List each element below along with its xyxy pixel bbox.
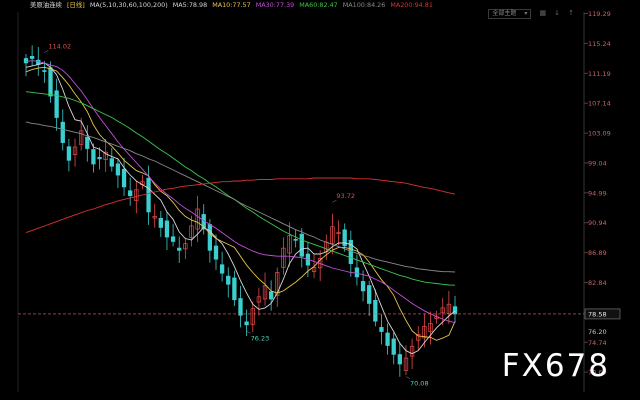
candle-body: [121, 168, 127, 188]
candle-body: [268, 291, 274, 300]
candle-body: [207, 224, 213, 251]
candle-body: [97, 157, 102, 160]
annotation-label: 114.02: [48, 42, 71, 50]
candle-body: [397, 354, 402, 365]
candle-body: [177, 247, 182, 251]
candle-body: [146, 177, 151, 213]
candle-body: [109, 158, 114, 167]
candle-body: [60, 121, 65, 143]
candle-body: [158, 217, 163, 228]
candle-body: [48, 67, 53, 97]
candle-body: [299, 233, 304, 257]
y-tick-label: 107.14: [588, 100, 611, 108]
y-tick-label: 99.04: [588, 159, 607, 167]
candle-body: [91, 149, 96, 165]
annotation-pointer: [405, 376, 411, 379]
candle-body: [232, 277, 237, 301]
candle-body: [213, 245, 219, 260]
candle-body: [226, 275, 231, 285]
candle-body: [85, 136, 90, 149]
candle-body: [354, 267, 360, 278]
y-tick-label: 115.24: [588, 40, 611, 48]
candles: [23, 45, 458, 377]
candle-body: [23, 58, 29, 64]
candle-body: [164, 220, 170, 238]
ma-line-ma200: [25, 177, 456, 234]
candle-body: [128, 190, 133, 197]
y-tick-label: 119.29: [588, 10, 611, 18]
candle-body: [170, 236, 176, 242]
y-tick-label: 82.84: [588, 279, 607, 287]
y-tick-label: 111.19: [588, 70, 611, 78]
annotation-pointer: [44, 50, 49, 53]
candle-body: [219, 264, 225, 274]
candle-body: [238, 298, 243, 316]
last-price-label: 78.58: [588, 310, 607, 318]
candle-body: [373, 299, 378, 322]
candle-body: [391, 338, 396, 355]
ma-line-ma30: [25, 60, 456, 324]
right-price-label: 76.20: [588, 328, 607, 336]
y-tick-label: 74.74: [588, 339, 607, 347]
annotation-label: 70.08: [410, 380, 429, 388]
annotation-label: 76.23: [251, 334, 270, 342]
candle-body: [293, 238, 298, 241]
candlestick-chart[interactable]: 119.29 115.24 111.19 107.14 103.09 99.04 94.99…: [0, 0, 640, 400]
y-tick-label: 94.99: [588, 189, 607, 197]
candle-body: [29, 55, 35, 59]
candle-body: [42, 70, 47, 72]
candle-body: [379, 327, 384, 332]
y-tick-label: 103.09: [588, 130, 611, 138]
annotation-label: 93.72: [336, 192, 355, 200]
candle-body: [244, 321, 249, 326]
candle-body: [66, 146, 72, 161]
annotation-pointer: [332, 199, 337, 203]
candle-body: [115, 163, 121, 176]
ma-line-ma100: [25, 121, 456, 273]
candle-body: [452, 306, 458, 315]
candle-body: [360, 281, 366, 292]
y-tick-label: 90.94: [588, 219, 607, 227]
y-tick-label: 86.89: [588, 249, 607, 257]
watermark: FX678: [501, 348, 610, 384]
annotation-pointer: [246, 331, 251, 334]
candle-body: [385, 332, 390, 346]
candle-body: [367, 285, 372, 304]
